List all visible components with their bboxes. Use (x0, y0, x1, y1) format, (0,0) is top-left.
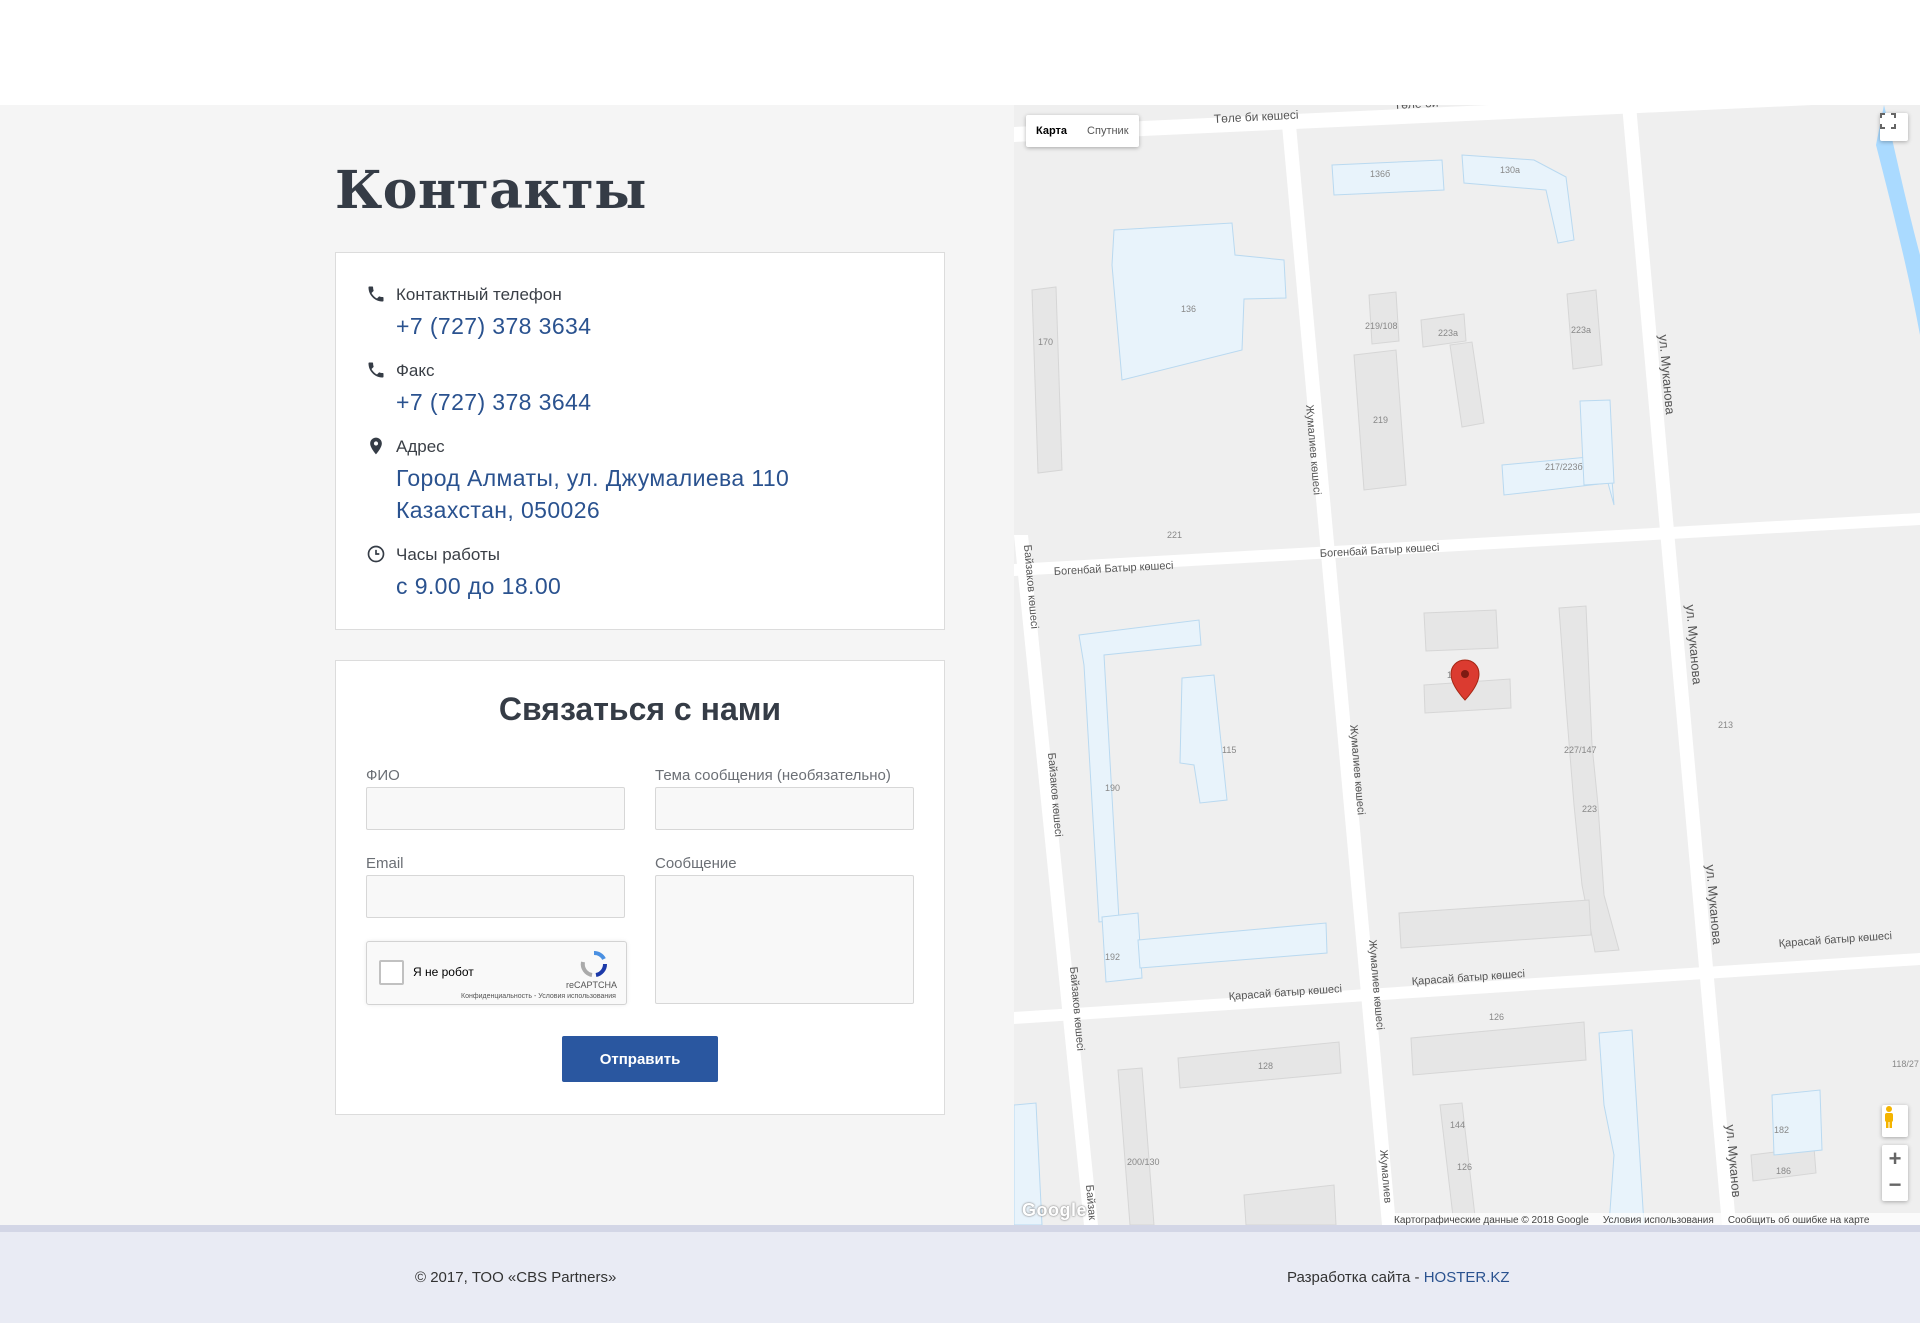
address-line2: Казахстан, 050026 (396, 497, 601, 523)
address-line1: Город Алматы, ул. Джумалиева 110 (396, 465, 790, 491)
svg-text:182: 182 (1774, 1125, 1789, 1135)
map-canvas: Төле би көшесі Төле би Жумалиев көшесі у… (1014, 105, 1920, 1225)
svg-text:227/147: 227/147 (1564, 745, 1597, 755)
footer-divider (0, 1225, 1920, 1232)
phone-icon (368, 362, 384, 378)
contact-info-card: Контактный телефон +7 (727) 378 3634 Фак… (335, 252, 945, 630)
svg-text:130а: 130а (1500, 165, 1520, 175)
svg-text:118/27: 118/27 (1892, 1059, 1919, 1069)
svg-text:170: 170 (1038, 337, 1053, 347)
phone-label: Контактный телефон (396, 285, 562, 304)
pegman-button[interactable] (1882, 1105, 1908, 1137)
map-report-link[interactable]: Сообщить об ошибке на карте (1728, 1215, 1870, 1226)
fullscreen-icon (1880, 113, 1896, 129)
contact-form: Связаться с нами ФИО Тема сообщения (нео… (335, 660, 945, 1115)
svg-text:128: 128 (1258, 1061, 1273, 1071)
svg-text:221: 221 (1167, 530, 1182, 540)
message-label: Сообщение (655, 855, 737, 872)
fullscreen-button[interactable] (1880, 113, 1908, 141)
pegman-icon (1885, 1106, 1893, 1128)
submit-button[interactable]: Отправить (562, 1036, 718, 1082)
footer-dev-prefix: Разработка сайта - (1287, 1269, 1424, 1286)
contact-address: Адрес Город Алматы, ул. Джумалиева 110 К… (366, 435, 926, 525)
recaptcha-brand: reCAPTCHA (566, 980, 618, 990)
svg-text:115: 115 (1222, 745, 1236, 755)
svg-text:223а: 223а (1571, 325, 1591, 335)
svg-text:223: 223 (1582, 804, 1597, 814)
zoom-out-button[interactable]: − (1889, 1173, 1902, 1201)
google-map[interactable]: Төле би көшесі Төле би Жумалиев көшесі у… (1014, 105, 1920, 1225)
map-terms-link[interactable]: Условия использования (1603, 1215, 1714, 1226)
name-label: ФИО (366, 767, 400, 784)
svg-text:217/223б: 217/223б (1545, 462, 1583, 472)
svg-text:136: 136 (1181, 304, 1196, 314)
map-attribution: Картографические данные © 2018 Google Ус… (1384, 1213, 1920, 1225)
svg-text:136б: 136б (1370, 169, 1390, 179)
fax-value: +7 (727) 378 3644 (396, 389, 592, 415)
fax-label: Факс (396, 361, 435, 380)
page-title: Контакты (335, 160, 647, 221)
svg-text:192: 192 (1105, 952, 1120, 962)
hours-value: с 9.00 до 18.00 (396, 573, 562, 599)
message-textarea[interactable] (655, 875, 914, 1004)
phone-icon (368, 286, 384, 302)
email-input[interactable] (366, 875, 625, 918)
top-header (0, 0, 1920, 105)
recaptcha-logo-icon (580, 951, 607, 977)
form-title: Связаться с нами (498, 691, 782, 727)
svg-text:223а: 223а (1438, 328, 1458, 338)
svg-text:126: 126 (1489, 1012, 1504, 1022)
phone-value[interactable]: +7 (727) 378 3634 (396, 310, 591, 342)
hours-label: Часы работы (396, 545, 500, 564)
footer-dev-link[interactable]: HOSTER.KZ (1424, 1269, 1510, 1286)
name-input[interactable] (366, 787, 625, 830)
map-pin-icon (370, 437, 382, 455)
zoom-control: + − (1882, 1145, 1908, 1201)
recaptcha-label: Я не робот (413, 965, 474, 979)
svg-text:186: 186 (1776, 1166, 1791, 1176)
svg-text:200/130: 200/130 (1127, 1157, 1160, 1167)
zoom-in-button[interactable]: + (1889, 1145, 1902, 1173)
svg-text:219: 219 (1373, 415, 1388, 425)
footer-copyright: © 2017, ТОО «CBS Partners» (415, 1269, 617, 1286)
google-logo[interactable]: Google (1022, 1200, 1087, 1221)
contacts-section: Контакты Контактный телефон +7 (727) 378… (0, 105, 1920, 1225)
recaptcha-checkbox[interactable] (379, 960, 404, 985)
map-type-map-button[interactable]: Карта (1026, 115, 1077, 147)
map-data-attribution: Картографические данные © 2018 Google (1394, 1214, 1589, 1226)
contact-phone: Контактный телефон +7 (727) 378 3634 (366, 283, 926, 343)
subject-input[interactable] (655, 787, 914, 830)
contact-hours: Часы работы с 9.00 до 18.00 (366, 543, 926, 603)
map-type-satellite-button[interactable]: Спутник (1077, 115, 1138, 147)
footer: © 2017, ТОО «CBS Partners» Разработка са… (0, 1232, 1920, 1323)
svg-text:190: 190 (1105, 783, 1120, 793)
map-type-control: Карта Спутник (1026, 115, 1139, 147)
svg-text:144: 144 (1450, 1120, 1465, 1130)
footer-developer: Разработка сайта - HOSTER.KZ (1287, 1269, 1510, 1286)
email-label: Email (366, 855, 404, 872)
recaptcha-links[interactable]: Конфиденциальность - Условия использован… (461, 993, 616, 1000)
contact-fax: Факс +7 (727) 378 3644 (366, 359, 926, 419)
clock-icon (367, 545, 385, 563)
svg-text:126: 126 (1457, 1162, 1472, 1172)
svg-text:219/108: 219/108 (1365, 321, 1398, 331)
svg-text:213: 213 (1718, 720, 1733, 730)
address-label: Адрес (396, 437, 445, 456)
recaptcha-widget: Я не робот reCAPTCHA Конфиденциальность … (366, 941, 627, 1005)
subject-label: Тема сообщения (необязательно) (655, 767, 891, 784)
